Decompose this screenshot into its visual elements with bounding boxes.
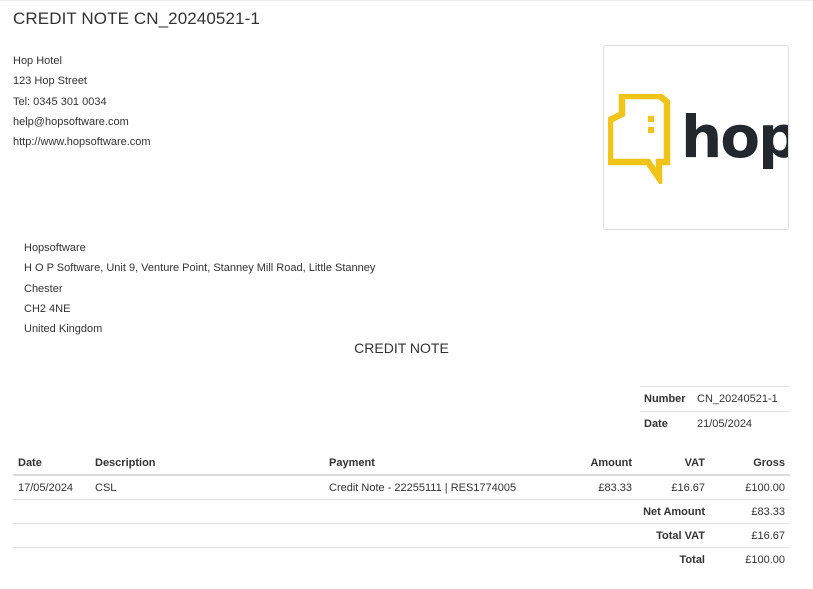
sender-email: help@hopsoftware.com: [13, 115, 129, 128]
meta-number-row: Number CN_20240521-1: [640, 386, 790, 412]
sender-name: Hop Hotel: [13, 55, 62, 67]
date-value: 21/05/2024: [693, 411, 790, 436]
header-date: Date: [13, 451, 90, 476]
number-label: Number: [640, 386, 693, 412]
credit-note-meta: Number CN_20240521-1 Date 21/05/2024: [640, 386, 790, 436]
header-payment: Payment: [324, 451, 554, 476]
document-title: CREDIT NOTE CN_20240521-1: [13, 9, 260, 28]
net-amount-value: £83.33: [710, 499, 790, 524]
meta-date-row: Date 21/05/2024: [640, 411, 790, 436]
table-header-row: Date Description Payment Amount VAT Gros…: [13, 451, 790, 476]
header-description: Description: [90, 451, 324, 476]
company-logo: hop: [603, 45, 789, 230]
row-description: CSL: [95, 481, 117, 494]
sender-tel: Tel: 0345 301 0034: [13, 95, 107, 108]
recipient-city: Chester: [24, 282, 63, 295]
recipient-address-line: H O P Software, Unit 9, Venture Point, S…: [24, 262, 376, 275]
total-vat-label: Total VAT: [13, 523, 710, 548]
recipient-country: United Kingdom: [24, 323, 103, 336]
row-vat: £16.67: [671, 481, 705, 494]
recipient-address: Hopsoftware H O P Software, Unit 9, Vent…: [24, 238, 375, 339]
recipient-postcode: CH2 4NE: [24, 302, 71, 315]
row-gross: £100.00: [745, 481, 785, 494]
hop-speech-bubble-icon: [608, 94, 671, 184]
total-vat-row: Total VAT £16.67: [13, 523, 790, 548]
header-gross: Gross: [710, 451, 790, 476]
document-heading: CREDIT NOTE: [354, 340, 449, 356]
date-label: Date: [640, 411, 693, 436]
total-vat-value: £16.67: [710, 523, 790, 548]
row-amount: £83.33: [598, 481, 632, 494]
table-row: 17/05/2024 CSL Credit Note - 22255111 | …: [13, 475, 790, 500]
number-value: CN_20240521-1: [693, 386, 790, 412]
row-date: 17/05/2024: [18, 481, 74, 494]
line-items-table: Date Description Payment Amount VAT Gros…: [13, 451, 790, 571]
row-payment: Credit Note - 22255111 | RES1774005: [329, 481, 517, 494]
sender-website: http://www.hopsoftware.com: [13, 136, 151, 149]
header-vat: VAT: [637, 451, 710, 476]
recipient-name: Hopsoftware: [24, 242, 86, 254]
total-row: Total £100.00: [13, 547, 790, 571]
credit-note-page: CREDIT NOTE CN_20240521-1 Hop Hotel 123 …: [0, 0, 813, 589]
net-amount-label: Net Amount: [13, 499, 710, 524]
sender-address: Hop Hotel 123 Hop Street Tel: 0345 301 0…: [13, 51, 151, 152]
sender-street: 123 Hop Street: [13, 75, 87, 88]
header-amount: Amount: [554, 451, 637, 476]
total-label: Total: [13, 547, 710, 571]
hop-logo-image: hop: [608, 94, 788, 184]
total-value: £100.00: [710, 547, 790, 571]
net-amount-row: Net Amount £83.33: [13, 499, 790, 524]
logo-text: hop: [681, 103, 788, 171]
